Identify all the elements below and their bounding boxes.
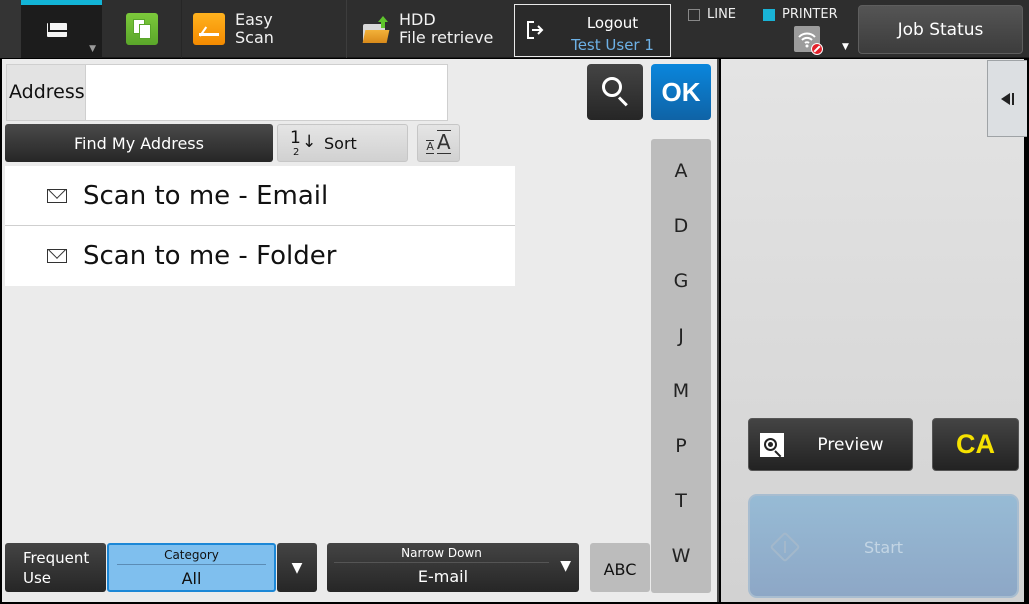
index-letter-m[interactable]: M	[651, 363, 711, 418]
index-letter-a[interactable]: A	[651, 143, 711, 198]
address-book-panel: Address OK Find My Address 1 2 ↓ Sort A …	[2, 59, 719, 602]
frequent-use-button[interactable]: Frequent Use	[5, 543, 106, 592]
find-my-address-button[interactable]: Find My Address	[5, 124, 273, 162]
printer-indicator-label: PRINTER	[782, 7, 838, 22]
index-letter-t[interactable]: T	[651, 473, 711, 528]
list-item[interactable]: Scan to me - Email	[5, 166, 515, 226]
index-letter-d[interactable]: D	[651, 198, 711, 253]
category-label: Category	[117, 548, 266, 565]
line-indicator: LINE	[688, 7, 736, 22]
frequent-use-label-line2: Use	[23, 569, 52, 587]
address-input[interactable]	[87, 65, 447, 120]
search-button[interactable]	[587, 64, 643, 120]
chevron-down-icon: ▼	[560, 558, 571, 574]
preview-icon	[760, 433, 784, 458]
clear-all-button[interactable]: CA	[932, 418, 1019, 471]
category-button[interactable]: Category All	[107, 543, 276, 592]
index-letter-g[interactable]: G	[651, 253, 711, 308]
easy-scan-icon	[193, 13, 225, 45]
email-icon	[47, 188, 67, 203]
folder-icon	[362, 16, 390, 44]
line-status-lamp	[688, 8, 700, 21]
easy-scan-label-line1: Easy	[235, 10, 273, 29]
copy-icon	[125, 13, 158, 45]
collapse-panel-button[interactable]	[987, 60, 1027, 137]
sort-button[interactable]: 1 2 ↓ Sort	[277, 124, 408, 162]
alphabet-index-bar: A D G J M P T W	[651, 139, 711, 593]
chevron-down-icon: ▼	[291, 559, 303, 576]
copy-mode-button[interactable]	[102, 0, 182, 58]
top-bar-edge	[0, 0, 21, 58]
action-panel: Preview CA Start	[721, 59, 1027, 602]
category-value: All	[181, 569, 202, 588]
list-item-name: Scan to me - Email	[83, 180, 329, 211]
address-field: Address	[6, 64, 448, 121]
narrow-down-label: Narrow Down	[334, 546, 549, 563]
logout-label: Logout	[586, 14, 639, 32]
preview-button[interactable]: Preview	[748, 418, 913, 471]
easy-scan-button[interactable]: Easy Scan	[182, 0, 347, 58]
sort-label: Sort	[324, 133, 357, 153]
text-size-large-icon: A	[436, 130, 451, 154]
easy-scan-label-line2: Scan	[235, 28, 274, 47]
dropdown-caret-icon: ▼	[89, 44, 96, 54]
list-item[interactable]: Scan to me - Folder	[5, 226, 515, 286]
hdd-label-line1: HDD	[399, 10, 436, 29]
category-dropdown-button[interactable]: ▼	[277, 543, 317, 592]
sort-icon: 1 2 ↓	[290, 128, 317, 158]
logout-icon	[527, 21, 544, 39]
top-bar: ▼ Easy Scan HDD File retrieve Logout Tes…	[0, 0, 1029, 58]
wifi-disconnected-icon	[794, 26, 823, 55]
hdd-label-line2: File retrieve	[399, 28, 494, 47]
index-letter-p[interactable]: P	[651, 418, 711, 473]
search-icon	[602, 77, 622, 97]
line-indicator-label: LINE	[707, 7, 737, 22]
email-icon	[47, 249, 67, 263]
ok-button[interactable]: OK	[651, 64, 711, 120]
narrow-down-select[interactable]: Narrow Down E-mail ▼	[327, 543, 579, 592]
job-status-button[interactable]: Job Status	[858, 5, 1023, 54]
printer-status-lamp	[763, 8, 775, 21]
current-user-name: Test User 1	[571, 36, 654, 54]
frequent-use-label-line1: Frequent	[23, 549, 90, 567]
address-list: Scan to me - Email Scan to me - Folder	[5, 166, 515, 286]
narrow-down-value: E-mail	[417, 567, 469, 586]
start-label: Start	[863, 538, 904, 557]
scan-mode-tab[interactable]: ▼	[21, 0, 102, 58]
envelope-icon	[47, 23, 67, 37]
text-size-button[interactable]: A A	[417, 124, 460, 162]
abc-index-toggle-button[interactable]: ABC	[590, 543, 650, 592]
index-letter-w[interactable]: W	[651, 528, 711, 583]
list-item-name: Scan to me - Folder	[83, 241, 337, 271]
hdd-file-retrieve-button[interactable]: HDD File retrieve	[348, 0, 513, 58]
logout-button[interactable]: Logout Test User 1	[514, 4, 671, 57]
status-dropdown-caret-icon[interactable]: ▼	[842, 42, 849, 52]
address-label: Address	[7, 65, 86, 120]
printer-indicator: PRINTER	[763, 7, 838, 22]
start-button[interactable]: Start	[748, 494, 1019, 598]
collapse-arrow-icon	[1001, 92, 1010, 105]
index-letter-j[interactable]: J	[651, 308, 711, 363]
preview-label: Preview	[817, 435, 884, 455]
text-size-small-icon: A	[426, 140, 434, 154]
